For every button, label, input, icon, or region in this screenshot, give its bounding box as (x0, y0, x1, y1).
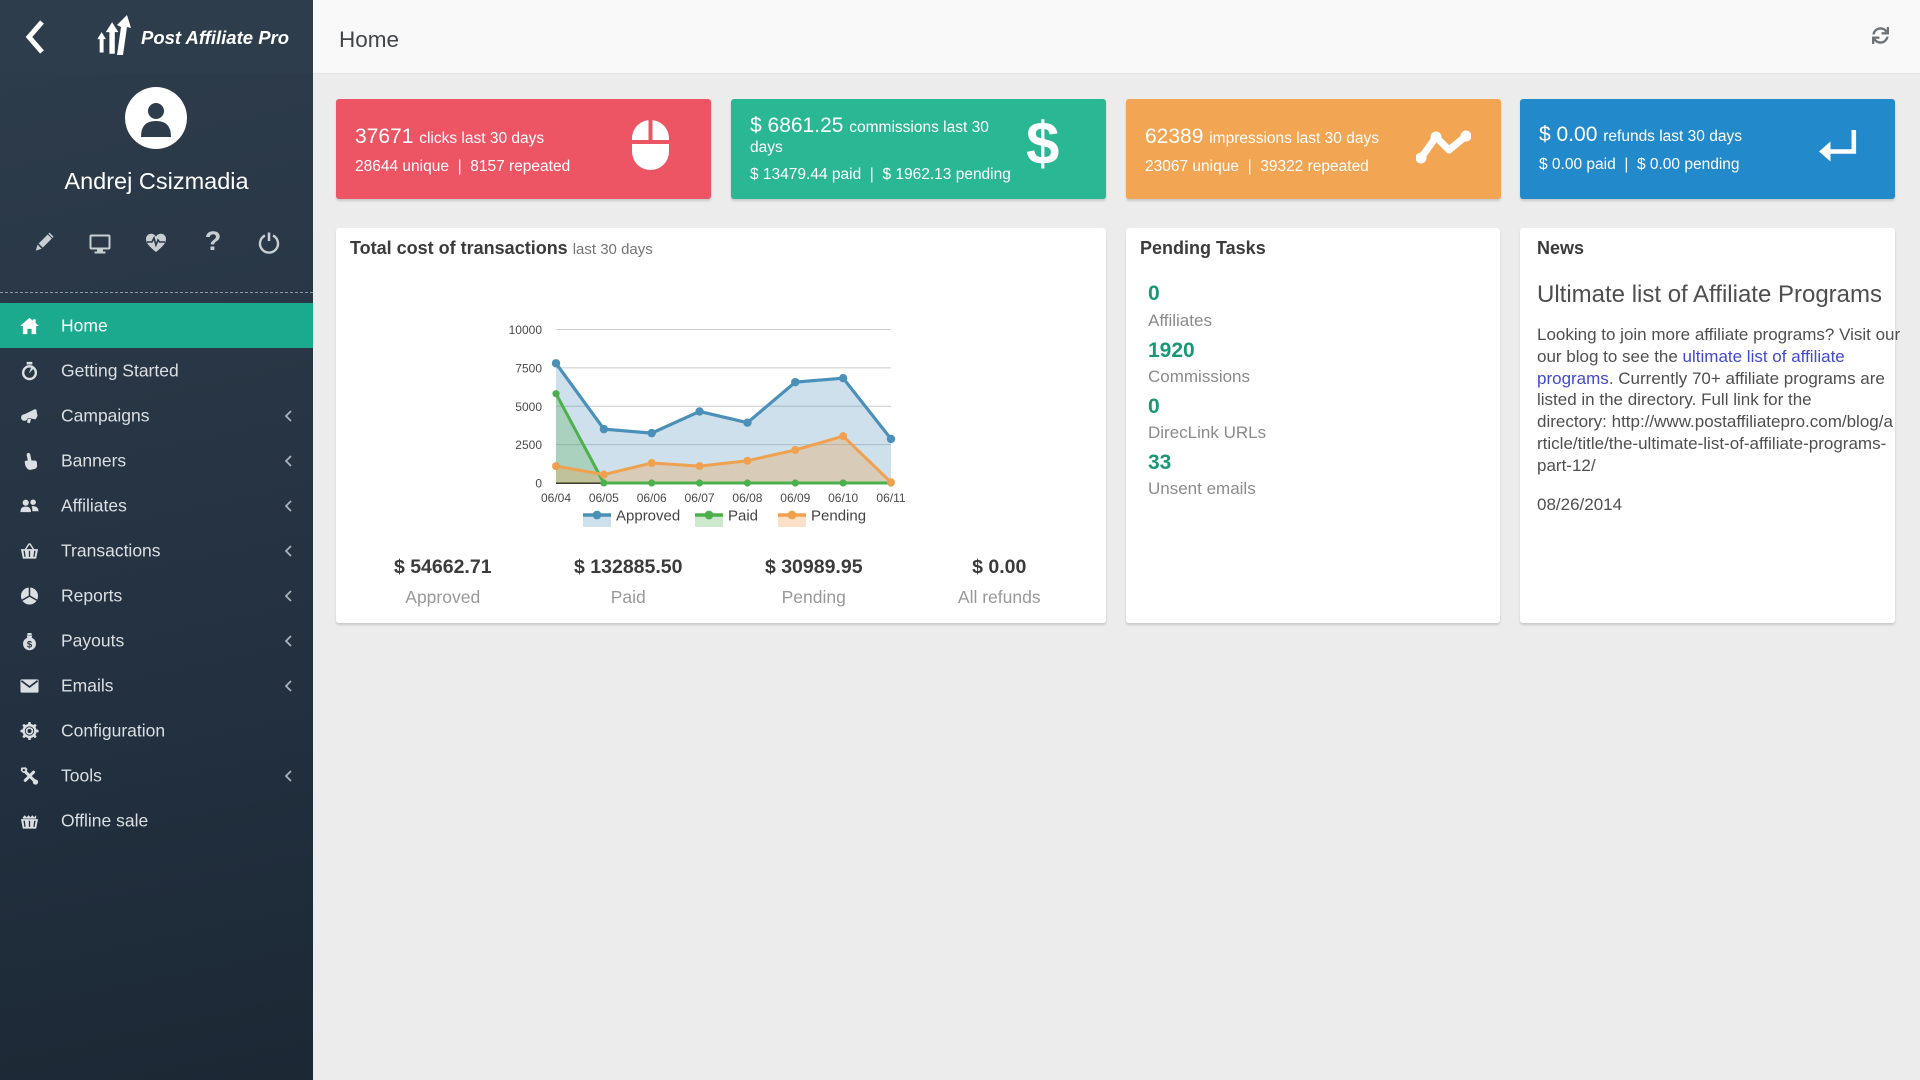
svg-text:Pending: Pending (811, 508, 866, 525)
svg-text:06/09: 06/09 (780, 491, 810, 505)
svg-text:06/06: 06/06 (637, 491, 667, 505)
svg-text:06/04: 06/04 (541, 491, 571, 505)
svg-text:10000: 10000 (509, 323, 543, 337)
svg-text:06/07: 06/07 (685, 491, 715, 505)
svg-text:Approved: Approved (616, 508, 680, 525)
svg-text:$: $ (27, 639, 33, 650)
svg-text:5000: 5000 (515, 400, 542, 414)
svg-text:Paid: Paid (728, 508, 758, 525)
svg-text:06/11: 06/11 (876, 491, 905, 505)
svg-text:7500: 7500 (515, 361, 542, 375)
svg-text:06/05: 06/05 (589, 491, 619, 505)
svg-text:0: 0 (535, 477, 542, 491)
svg-text:06/08: 06/08 (732, 491, 762, 505)
svg-text:06/10: 06/10 (828, 491, 858, 505)
svg-text:2500: 2500 (515, 438, 542, 452)
